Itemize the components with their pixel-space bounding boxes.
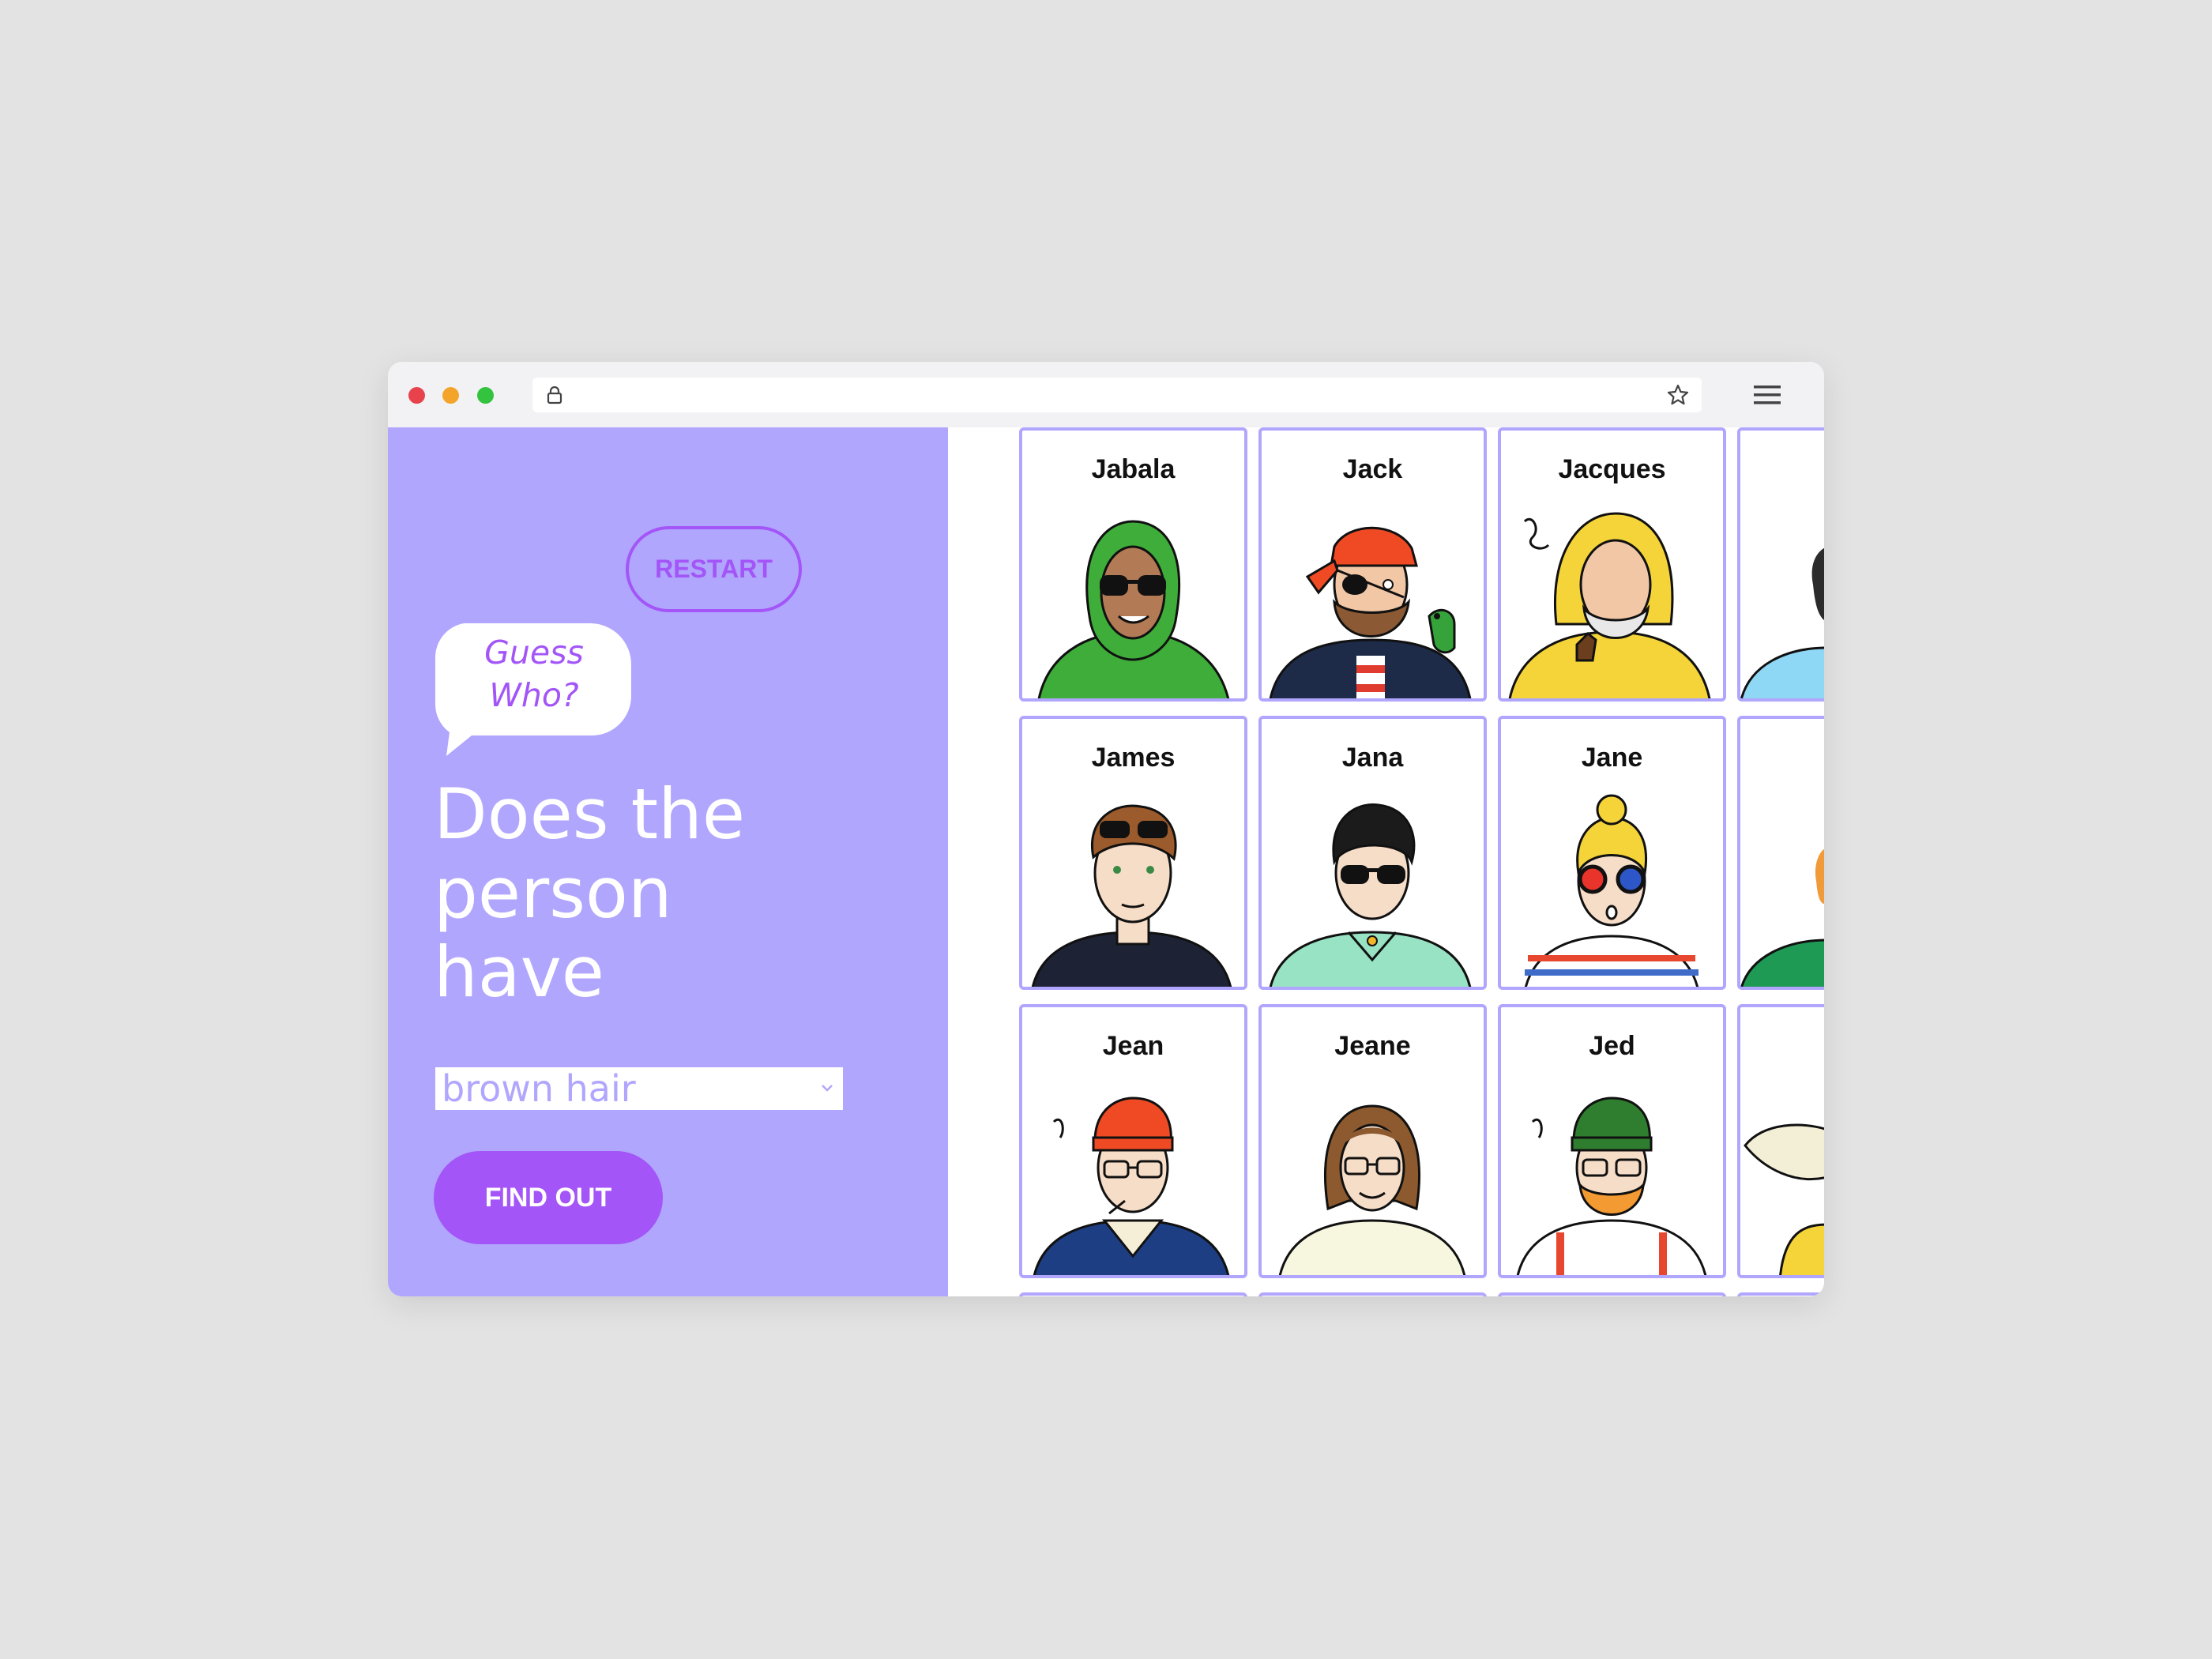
guess-who-logo: Guess Who? [435, 631, 633, 717]
character-card-jana[interactable]: Jana [1258, 716, 1487, 990]
card-name: Jane [1581, 743, 1643, 773]
character-card-jabala[interactable]: Jabala [1019, 427, 1247, 702]
question-line-3: have [434, 931, 604, 1013]
character-card-jeane[interactable]: Jeane [1258, 1004, 1487, 1278]
portrait-jed-icon [1516, 1097, 1707, 1275]
question-heading: Does the person have [434, 775, 876, 1012]
card-name: Jeane [1334, 1031, 1411, 1061]
card-name: Jacques [1558, 454, 1666, 484]
card-name: Ja [1740, 743, 1824, 773]
restart-button[interactable]: RESTART [626, 526, 802, 612]
card-name: James [1091, 743, 1176, 773]
portrait-partial-2-icon [1740, 848, 1824, 987]
character-card-row4-2[interactable] [1258, 1292, 1487, 1296]
portrait-partial-1-icon [1740, 547, 1824, 698]
character-board: Jabala Jack Jacques James Jana Jane Jean… [948, 427, 1824, 1296]
portrait-james-icon [1031, 804, 1232, 987]
portrait-jean-icon [1033, 1097, 1230, 1275]
address-bar[interactable] [532, 378, 1702, 412]
card-name: Jabala [1091, 454, 1176, 484]
portrait-jacques-icon [1508, 512, 1711, 698]
character-card-row4-1[interactable] [1019, 1292, 1247, 1296]
attribute-select-value: brown hair [442, 1067, 636, 1110]
card-name: Jack [1342, 454, 1403, 484]
card-name: Jed [1589, 1031, 1635, 1061]
character-card-jack[interactable]: Jack [1258, 427, 1487, 702]
portrait-jeane-icon [1278, 1104, 1466, 1275]
character-card-jane[interactable]: Jane [1498, 716, 1726, 990]
close-window-dot[interactable] [408, 387, 425, 404]
star-icon[interactable] [1667, 384, 1689, 406]
portrait-jabala-icon [1037, 520, 1230, 698]
minimize-window-dot[interactable] [442, 387, 459, 404]
browser-chrome [388, 362, 1824, 427]
character-card-jean[interactable]: Jean [1019, 1004, 1247, 1278]
browser-window: RESTART Guess Who? Does the person have … [388, 362, 1824, 1296]
card-name: Jean [1102, 1031, 1164, 1061]
character-card-row4-3[interactable] [1498, 1292, 1726, 1296]
game-content: RESTART Guess Who? Does the person have … [388, 427, 1824, 1296]
question-line-2: person [434, 852, 672, 934]
card-name: Jana [1341, 743, 1404, 773]
character-card-jacques[interactable]: Jacques [1498, 427, 1726, 702]
portrait-jana-icon [1269, 803, 1472, 987]
logo-line-1: Guess [484, 634, 584, 672]
maximize-window-dot[interactable] [477, 387, 494, 404]
character-card-partial-2[interactable]: Ja [1737, 716, 1824, 990]
hamburger-menu-icon[interactable] [1754, 384, 1781, 406]
character-card-partial-1[interactable] [1737, 427, 1824, 702]
find-out-button[interactable]: FIND OUT [434, 1151, 663, 1244]
portrait-jane-icon [1525, 794, 1698, 987]
attribute-select[interactable]: brown hair [434, 1066, 845, 1112]
portrait-jack-icon [1269, 526, 1472, 698]
character-card-row4-4[interactable] [1737, 1292, 1824, 1296]
character-card-partial-3[interactable]: J [1737, 1004, 1824, 1278]
character-card-jed[interactable]: Jed [1498, 1004, 1726, 1278]
portrait-partial-3-icon [1744, 1123, 1824, 1275]
character-card-james[interactable]: James [1019, 716, 1247, 990]
chevron-down-icon [822, 1085, 833, 1092]
card-name: J [1740, 1031, 1824, 1062]
question-panel: RESTART Guess Who? Does the person have … [388, 427, 948, 1296]
lock-icon [547, 386, 562, 404]
question-line-1: Does the [434, 773, 745, 855]
logo-line-2: Who? [489, 676, 579, 714]
